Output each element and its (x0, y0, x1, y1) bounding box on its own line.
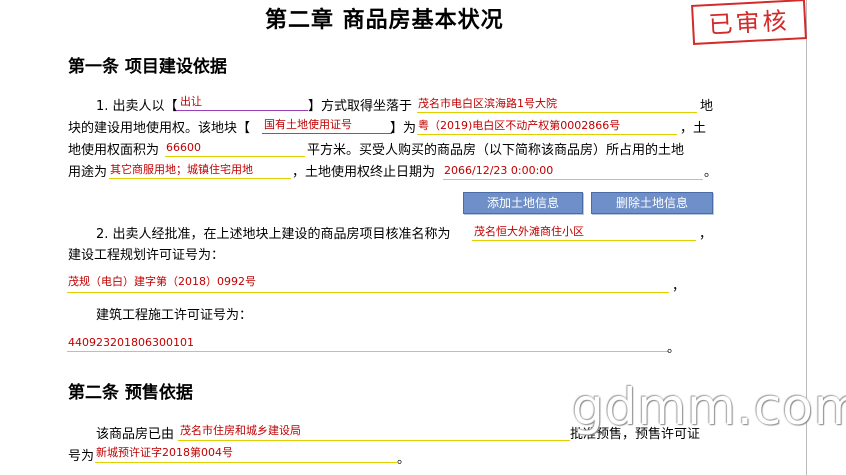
project-name-value[interactable]: 茂名恒大外滩商住小区 (474, 225, 584, 238)
p1-text5: 】为 (390, 121, 417, 136)
end-date-value[interactable]: 2066/12/23 0:00:00 (444, 164, 553, 177)
delete-land-info-button[interactable]: 删除土地信息 (591, 192, 713, 214)
article1-heading: 第一条 项目建设依据 (68, 57, 227, 77)
p2-text6: 。 (667, 341, 681, 356)
p1-text11: 。 (704, 165, 718, 180)
acquire-method-underline (176, 110, 308, 111)
authority-value[interactable]: 茂名市住房和城乡建设局 (180, 424, 301, 437)
approved-stamp: 已审核 (691, 0, 807, 45)
p1-text7: 地使用权面积为 (68, 143, 160, 158)
cert-type-underline (262, 133, 392, 134)
p2-text3: 建设工程规划许可证号为： (68, 248, 225, 263)
construction-permit-underline (67, 351, 669, 352)
planning-permit-underline (67, 292, 669, 293)
location-underline (417, 112, 697, 113)
presale-permit-value[interactable]: 新城预许证字2018第004号 (96, 446, 233, 459)
p1-text2: 】方式取得坐落于 (308, 99, 413, 114)
p1-text8: 平方米。买受人购买的商品房（以下简称该商品房）所占用的土地 (307, 143, 685, 158)
land-area-underline (165, 156, 305, 157)
p1-text6: ，土 (680, 121, 707, 136)
cert-number-value[interactable]: 粤（2019)电白区不动产权第0002866号 (418, 119, 620, 132)
p2-text1: 2. 出卖人经批准，在上述地块上建设的商品房项目核准名称为 (96, 227, 451, 242)
presale-permit-underline (95, 462, 397, 463)
p1-text1: 1. 出卖人以【 (96, 99, 178, 114)
land-area-value[interactable]: 66600 (166, 141, 201, 154)
a2-text1: 该商品房已由 (96, 427, 175, 442)
p2-text2: ， (699, 227, 713, 242)
p1-text3: 地 (700, 99, 714, 114)
authority-underline (178, 440, 570, 441)
p1-text9: 用途为 (68, 165, 108, 180)
location-value[interactable]: 茂名市电白区滨海路1号大院 (418, 97, 557, 110)
article2-heading: 第二条 预售依据 (68, 383, 193, 403)
a2-text3: 号为 (68, 449, 95, 464)
land-use-underline (109, 178, 291, 179)
p1-text4: 块的建设用地使用权。该地块【 (68, 121, 251, 136)
end-date-underline (443, 179, 703, 180)
cert-number-underline (417, 134, 677, 135)
p1-text10: ，土地使用权终止日期为 (292, 165, 436, 180)
land-use-value[interactable]: 其它商服用地；城镇住宅用地 (110, 163, 253, 176)
add-land-info-button[interactable]: 添加土地信息 (463, 192, 583, 214)
project-name-underline (472, 240, 696, 241)
construction-permit-value[interactable]: 440923201806300101 (68, 336, 194, 349)
chapter-title: 第二章 商品房基本状况 (265, 8, 504, 33)
planning-permit-value[interactable]: 茂规（电白）建字第（2018）0992号 (68, 275, 256, 288)
a2-text4: 。 (397, 452, 411, 467)
p2-text4: ， (672, 279, 686, 294)
site-watermark: gdmm.com (572, 378, 846, 436)
acquire-method-value[interactable]: 出让 (180, 95, 202, 108)
p2-text5: 建筑工程施工许可证号为： (96, 308, 253, 323)
cert-type-value[interactable]: 国有土地使用证号 (264, 118, 352, 131)
